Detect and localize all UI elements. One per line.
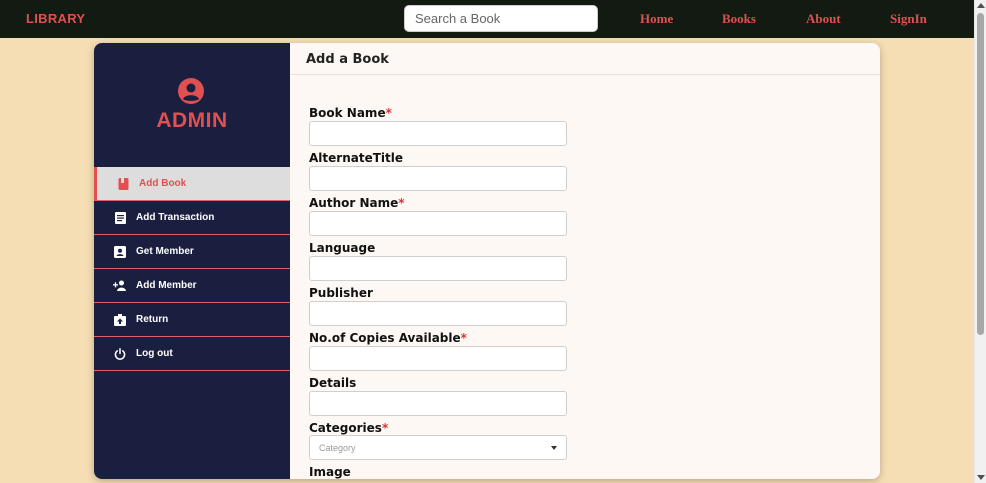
admin-role-label: ADMIN <box>156 109 228 132</box>
sidebar-item-label: Add Member <box>136 280 197 291</box>
alternate-title-input[interactable] <box>309 166 567 191</box>
sidebar-item-log-out[interactable]: Log out <box>94 337 290 371</box>
chevron-down-icon <box>551 445 557 450</box>
author-name-input[interactable] <box>309 211 567 236</box>
admin-panel-card: ADMIN Add Book Add Transaction Get Membe… <box>94 43 880 479</box>
sidebar-item-add-transaction[interactable]: Add Transaction <box>94 201 290 235</box>
add-book-form: Add a Book Book Name* AlternateTitle Aut… <box>290 43 880 479</box>
alternate-title-label: AlternateTitle <box>309 151 403 165</box>
power-icon <box>113 347 127 361</box>
sidebar-item-label: Get Member <box>136 246 194 257</box>
sidebar-item-label: Add Transaction <box>136 212 215 223</box>
page-title: Add a Book <box>306 52 389 67</box>
publisher-label: Publisher <box>309 286 373 300</box>
sidebar-item-add-member[interactable]: Add Member <box>94 269 290 303</box>
sidebar-item-label: Log out <box>136 348 173 359</box>
author-name-label: Author Name* <box>309 196 405 210</box>
title-divider <box>290 74 880 75</box>
categories-label: Categories* <box>309 421 389 435</box>
sidebar-item-get-member[interactable]: Get Member <box>94 235 290 269</box>
book-icon <box>116 177 130 191</box>
language-label: Language <box>309 241 376 255</box>
search-input[interactable] <box>404 5 598 32</box>
scroll-down-arrow-icon[interactable] <box>977 475 985 480</box>
user-avatar-icon <box>178 78 204 104</box>
page-scrollbar[interactable] <box>974 0 986 483</box>
image-label: Image <box>309 465 351 479</box>
details-label: Details <box>309 376 357 390</box>
categories-select[interactable]: Category <box>309 435 567 460</box>
add-person-icon <box>113 279 127 293</box>
sidebar-item-label: Add Book <box>139 178 187 189</box>
book-name-input[interactable] <box>309 121 567 146</box>
copies-available-label: No.of Copies Available* <box>309 331 467 345</box>
language-input[interactable] <box>309 256 567 281</box>
sidebar-item-return[interactable]: Return <box>94 303 290 337</box>
categories-placeholder: Category <box>319 442 356 453</box>
sidebar-item-label: Return <box>136 314 169 325</box>
nav-about-link[interactable]: About <box>806 11 841 27</box>
sidebar-item-add-book[interactable]: Add Book <box>94 167 290 201</box>
return-box-icon <box>113 313 127 327</box>
nav-home-link[interactable]: Home <box>640 11 673 27</box>
publisher-input[interactable] <box>309 301 567 326</box>
nav-books-link[interactable]: Books <box>722 11 756 27</box>
details-input[interactable] <box>309 391 567 416</box>
scroll-thumb[interactable] <box>977 13 984 335</box>
contact-card-icon <box>113 245 127 259</box>
book-name-label: Book Name* <box>309 106 392 120</box>
top-nav-bar: LIBRARY Home Books About SignIn <box>0 0 974 38</box>
receipt-icon <box>113 211 127 225</box>
nav-signin-link[interactable]: SignIn <box>890 11 927 27</box>
admin-sidebar: ADMIN Add Book Add Transaction Get Membe… <box>94 43 290 479</box>
copies-available-input[interactable] <box>309 346 567 371</box>
scroll-up-arrow-icon[interactable] <box>977 3 985 8</box>
brand-logo[interactable]: LIBRARY <box>26 11 85 26</box>
